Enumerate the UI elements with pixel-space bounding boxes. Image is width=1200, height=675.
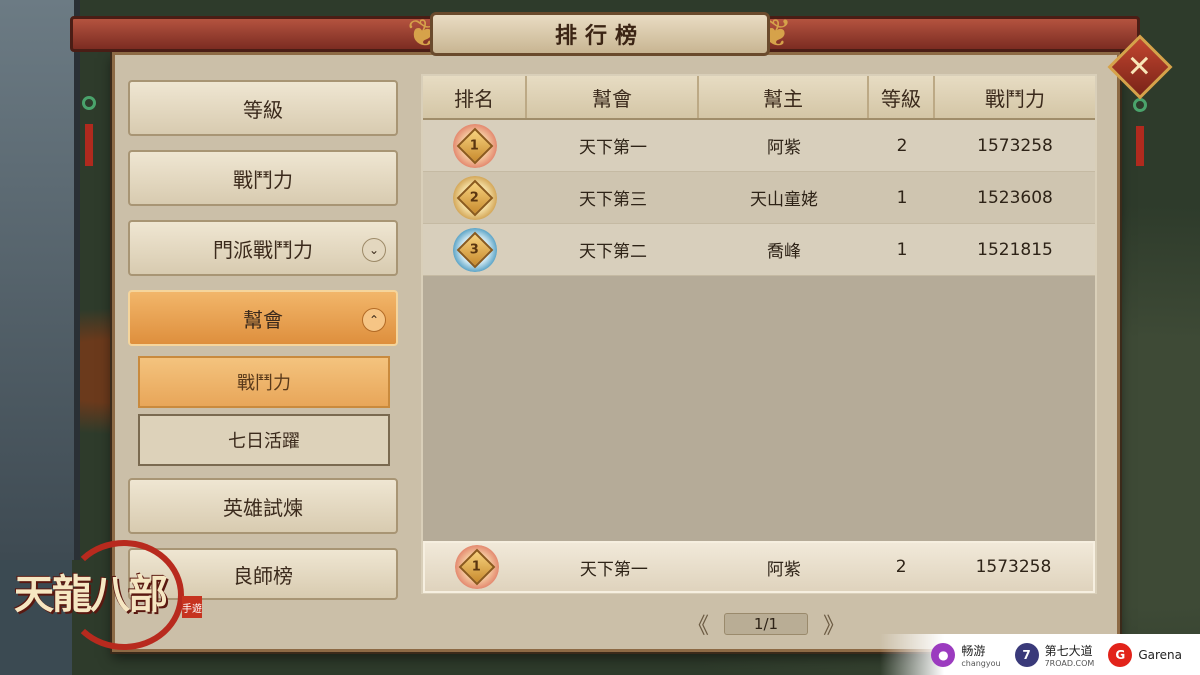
partner-name: 第七大道 [1044, 643, 1093, 658]
menu-item-label: 門派戰鬥力 [213, 237, 313, 262]
power-cell: 1523608 [977, 187, 1053, 208]
rank-cell: 1 [425, 543, 528, 591]
7road-logo-icon: 7 [1014, 642, 1039, 667]
table-body: 1 天下第一 阿紫 2 1573258 2 天下第三 天山童姥 1 152360… [423, 120, 1095, 276]
chevron-down-icon: ⌄ [362, 238, 386, 262]
column-header-power: 戰鬥力 [985, 86, 1045, 111]
level-cell: 2 [896, 135, 908, 156]
rank-medal-icon: 1 [453, 123, 497, 168]
page-indicator: 1/1 [724, 613, 808, 635]
changyou-logo-icon: ● [931, 642, 956, 667]
partner-name: Garena [1138, 647, 1182, 662]
menu-item-label: 戰鬥力 [233, 167, 293, 192]
chevron-up-icon: ⌃ [362, 308, 386, 332]
partner-changyou: ● 畅游 changyou [931, 642, 1001, 668]
ranking-table: 排名 幫會 幫主 等級 戰鬥力 1 天下第一 阿紫 2 1573258 2 天下… [421, 74, 1097, 594]
logo-text: 天龍八部 [14, 571, 168, 618]
submenu-item-seven-day-activity[interactable]: 七日活躍 [138, 414, 390, 466]
rank-medal-icon: 3 [453, 227, 497, 272]
table-header: 排名 幫會 幫主 等級 戰鬥力 [423, 76, 1095, 120]
submenu-item-label: 七日活躍 [228, 431, 300, 452]
leader-cell: 喬峰 [767, 242, 801, 262]
prev-page-icon[interactable]: 《 [686, 608, 710, 640]
column-header-leader: 幫主 [699, 76, 869, 118]
power-cell: 1521815 [977, 239, 1053, 260]
rank-cell: 2 [423, 172, 527, 223]
menu-item-guild[interactable]: 幫會 ⌃ [128, 290, 398, 346]
game-logo: 天龍八部 手遊 [14, 540, 214, 660]
table-row[interactable]: 1 天下第一 阿紫 2 1573258 [423, 120, 1095, 172]
level-cell: 2 [895, 557, 907, 577]
leader-cell: 天山童姥 [750, 190, 818, 210]
menu-item-hero-trial[interactable]: 英雄試煉 [128, 478, 398, 534]
page-title: 排行榜 [554, 23, 645, 49]
next-page-icon[interactable]: 》 [822, 608, 846, 640]
level-cell: 1 [896, 239, 908, 260]
guild-cell: 天下第一 [579, 559, 648, 580]
menu-item-level[interactable]: 等級 [128, 80, 398, 136]
leader-cell: 阿紫 [767, 138, 801, 158]
column-header-guild: 幫會 [527, 76, 699, 118]
rank-medal-icon: 1 [454, 545, 499, 589]
partner-logos: ● 畅游 changyou 7 第七大道 7ROAD.COM G Garena [880, 634, 1200, 675]
background-wall [0, 0, 80, 560]
column-header-rank: 排名 [423, 76, 527, 118]
power-cell: 1573258 [977, 135, 1053, 156]
tassel-right-icon [1136, 126, 1144, 166]
partner-subtitle: 7ROAD.COM [1044, 658, 1095, 668]
partner-7road: 7 第七大道 7ROAD.COM [1014, 642, 1095, 668]
submenu-item-guild-combat-power[interactable]: 戰鬥力 [138, 356, 390, 408]
logo-stamp: 手遊 [182, 596, 202, 618]
rank-medal-icon: 2 [453, 175, 497, 220]
menu-item-sect-combat-power[interactable]: 門派戰鬥力 ⌄ [128, 220, 398, 276]
close-icon: ✕ [1127, 49, 1153, 85]
rank-cell: 3 [423, 224, 527, 275]
tassel-ring-left-icon [82, 96, 96, 110]
rank-cell: 1 [423, 120, 527, 171]
own-guild-row[interactable]: 1 天下第一 阿紫 2 1573258 [423, 541, 1095, 593]
title-plate: 排行榜 [430, 12, 770, 56]
partner-subtitle: changyou [961, 658, 1001, 668]
garena-logo-icon: G [1108, 642, 1133, 667]
table-row[interactable]: 3 天下第二 喬峰 1 1521815 [423, 224, 1095, 276]
menu-item-combat-power[interactable]: 戰鬥力 [128, 150, 398, 206]
submenu-item-label: 戰鬥力 [237, 373, 291, 394]
tassel-left-icon [85, 124, 93, 166]
menu-item-label: 等級 [243, 97, 283, 122]
partner-name: 畅游 [961, 643, 986, 658]
guild-cell: 天下第三 [579, 190, 647, 210]
partner-garena: G Garena [1108, 642, 1182, 667]
column-header-level: 等級 [869, 76, 935, 118]
level-cell: 1 [896, 187, 908, 208]
guild-cell: 天下第二 [579, 242, 647, 262]
menu-item-label: 英雄試煉 [223, 495, 303, 520]
power-cell: 1573258 [975, 557, 1052, 577]
menu-item-label: 良師榜 [233, 563, 293, 588]
tassel-ring-right-icon [1133, 98, 1147, 112]
leader-cell: 阿紫 [766, 559, 801, 580]
guild-cell: 天下第一 [579, 138, 647, 158]
menu-item-label: 幫會 [243, 307, 283, 332]
table-row[interactable]: 2 天下第三 天山童姥 1 1523608 [423, 172, 1095, 224]
pagination: 《 1/1 》 [686, 612, 846, 639]
